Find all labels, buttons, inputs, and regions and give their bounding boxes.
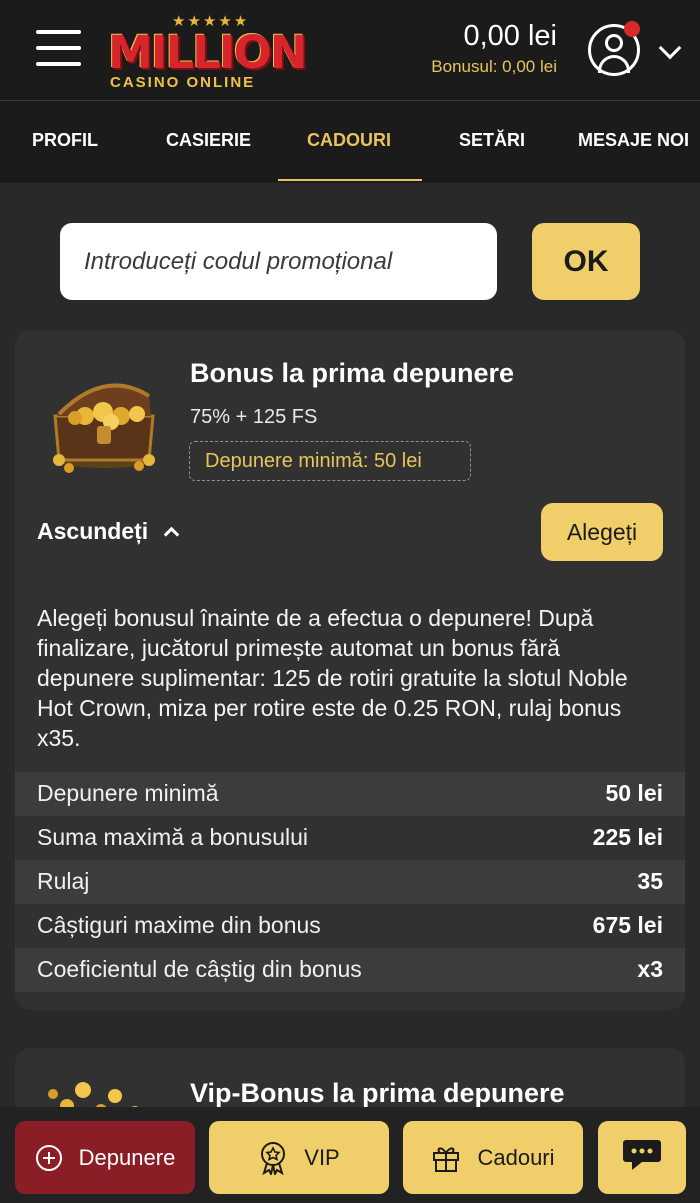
vip-label: VIP bbox=[304, 1144, 340, 1170]
min-deposit-badge: Depunere minimă: 50 lei bbox=[189, 441, 471, 481]
notification-dot bbox=[624, 21, 640, 37]
detail-value: x3 bbox=[637, 956, 663, 982]
detail-value: 675 lei bbox=[592, 912, 663, 938]
tab-setari[interactable]: SETĂRI bbox=[459, 101, 525, 179]
detail-label: Coeficientul de câștig din bonus bbox=[37, 956, 362, 982]
header: ★★★★★ MILLION CASINO ONLINE 0,00 lei Bon… bbox=[0, 0, 700, 101]
logo-text: MILLION bbox=[108, 26, 308, 79]
deposit-label: Depunere bbox=[78, 1144, 176, 1170]
balance[interactable]: 0,00 lei Bonusul: 0,00 lei bbox=[431, 20, 557, 77]
chevron-up-icon bbox=[163, 526, 180, 543]
detail-value: 50 lei bbox=[605, 780, 663, 806]
detail-value: 35 bbox=[637, 868, 663, 894]
bonus-description: Alegeți bonusul înainte de a efectua o d… bbox=[37, 605, 628, 751]
bonus-balance: Bonusul: 0,00 lei bbox=[431, 57, 557, 76]
detail-value: 225 lei bbox=[592, 824, 663, 850]
detail-label: Câștiguri maxime din bonus bbox=[37, 912, 321, 938]
profile-tabs: PROFIL CASIERIE CADOURI SETĂRI MESAJE NO… bbox=[0, 101, 700, 183]
table-row: Depunere minimă 50 lei bbox=[15, 772, 685, 816]
choose-bonus-button[interactable]: Alegeți bbox=[541, 503, 663, 561]
treasure-chest-icon bbox=[53, 383, 155, 473]
award-badge-icon bbox=[258, 1141, 288, 1175]
chat-icon bbox=[622, 1137, 662, 1179]
promo-code-input[interactable] bbox=[60, 223, 497, 300]
bonus-card: Bonus la prima depunere 75% + 125 FS Dep… bbox=[15, 330, 685, 1010]
active-tab-indicator bbox=[278, 179, 422, 181]
bonus-title: Bonus la prima depunere bbox=[190, 358, 515, 388]
promo-submit-button[interactable]: OK bbox=[532, 223, 640, 300]
deposit-button[interactable]: Depunere bbox=[15, 1121, 195, 1194]
logo[interactable]: ★★★★★ MILLION CASINO ONLINE bbox=[108, 12, 324, 91]
gift-icon bbox=[431, 1143, 461, 1173]
table-row: Câștiguri maxime din bonus 675 lei bbox=[15, 904, 685, 948]
hide-details-toggle[interactable]: Ascundeți bbox=[37, 518, 180, 545]
balance-amount: 0,00 lei bbox=[463, 20, 557, 52]
table-row: Suma maximă a bonusului 225 lei bbox=[15, 816, 685, 860]
toggle-label: Ascundeți bbox=[37, 518, 149, 544]
menu-icon[interactable] bbox=[36, 30, 82, 68]
chat-button[interactable] bbox=[598, 1121, 686, 1194]
gifts-button[interactable]: Cadouri bbox=[403, 1121, 583, 1194]
plus-circle-icon bbox=[35, 1144, 63, 1172]
table-row: Rulaj 35 bbox=[15, 860, 685, 904]
user-avatar-icon[interactable] bbox=[588, 21, 640, 76]
detail-label: Suma maximă a bonusului bbox=[37, 824, 309, 850]
table-row: Coeficientul de câștig din bonus x3 bbox=[15, 948, 685, 992]
tab-mesaje-noi[interactable]: MESAJE NOI bbox=[578, 101, 689, 179]
tab-cadouri[interactable]: CADOURI bbox=[307, 101, 391, 179]
gifts-label: Cadouri bbox=[477, 1144, 555, 1170]
bonus-details-table: Depunere minimă 50 lei Suma maximă a bon… bbox=[15, 772, 685, 992]
tab-casierie[interactable]: CASIERIE bbox=[166, 101, 251, 179]
vip-bonus-title: Vip-Bonus la prima depunere bbox=[190, 1078, 565, 1108]
detail-label: Rulaj bbox=[37, 868, 90, 894]
tab-profil[interactable]: PROFIL bbox=[32, 101, 98, 179]
bottom-action-bar: Depunere VIP Cadouri bbox=[0, 1107, 700, 1203]
logo-subtitle: CASINO ONLINE bbox=[110, 74, 256, 91]
bonus-subtitle: 75% + 125 FS bbox=[190, 406, 318, 428]
chevron-down-icon[interactable] bbox=[658, 36, 682, 60]
vip-button[interactable]: VIP bbox=[209, 1121, 389, 1194]
detail-label: Depunere minimă bbox=[37, 780, 219, 806]
